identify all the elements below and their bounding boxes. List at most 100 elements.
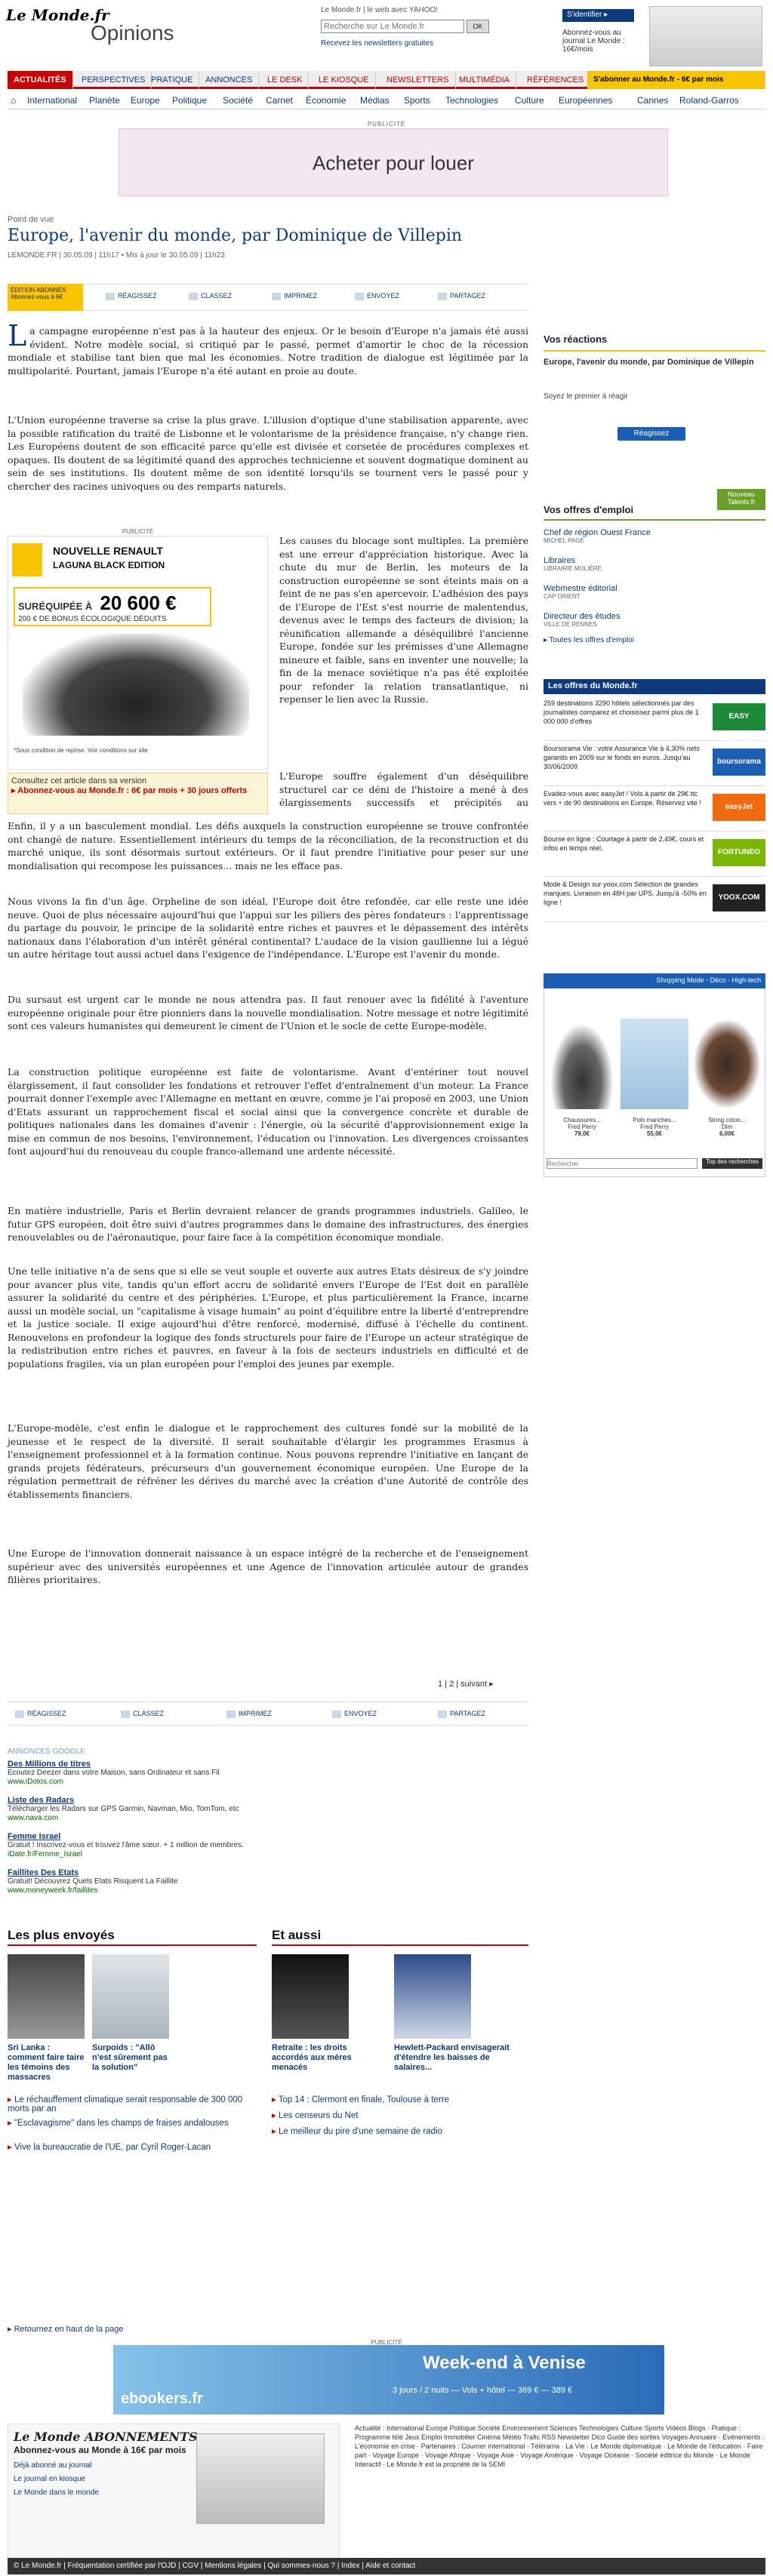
reactions-article-title: Europe, l'avenir du monde, par Dominique… bbox=[544, 358, 754, 367]
news-link[interactable]: Le meilleur du pire d'une semaine de rad… bbox=[272, 2126, 528, 2136]
nav-actualites[interactable]: ACTUALITÉS bbox=[8, 71, 73, 89]
subnav-medias[interactable]: Médias bbox=[360, 91, 390, 109]
subnav-politique[interactable]: Politique bbox=[172, 91, 207, 109]
send-button[interactable]: ENVOYEZ bbox=[332, 1710, 377, 1718]
nav-references[interactable]: RÉFÉRENCES bbox=[521, 71, 591, 89]
nav-multimedia[interactable]: MULTIMÉDIA bbox=[453, 71, 517, 89]
top-links[interactable]: Le Monde.fr | le web avec YAHOO! bbox=[321, 6, 438, 14]
news-thumbnail[interactable] bbox=[394, 1954, 471, 2039]
article-paragraph: En matière industrielle, Paris et Berlin… bbox=[8, 1205, 528, 1243]
footer-links[interactable]: Actualité : International Europe Politiq… bbox=[355, 2424, 765, 2559]
react-submit-button[interactable]: Réagissez bbox=[617, 427, 685, 441]
offer-item[interactable]: Mode & Design sur yoox.com Sélection de … bbox=[544, 880, 765, 922]
job-item[interactable]: Webmestre éditorial CAP ORIENT bbox=[544, 584, 617, 600]
login-button[interactable]: S'identifier ▸ bbox=[562, 9, 634, 22]
offer-item[interactable]: Evadez-vous avec easyJet ! Vols à partir… bbox=[544, 789, 765, 832]
news-caption[interactable]: Retraite : les droits accordés aux mères… bbox=[272, 2043, 385, 2073]
google-ad[interactable]: Faillites Des Etats Gratuit! Découvrez Qu… bbox=[8, 1868, 178, 1895]
ad-label: PUBLICITÉ bbox=[367, 121, 406, 128]
subnav-carnet[interactable]: Carnet bbox=[266, 91, 293, 109]
job-item[interactable]: Libraires LIBRAIRIE MOLIÈRE bbox=[544, 556, 602, 572]
news-caption[interactable]: Sri Lanka : comment faire taire les témo… bbox=[8, 2043, 85, 2083]
article-paragraph: L'Europe-modèle, c'est enfin le dialogue… bbox=[8, 1422, 528, 1500]
shop-search-input[interactable] bbox=[547, 1158, 698, 1169]
classify-button[interactable]: CLASSEZ bbox=[189, 292, 232, 300]
news-caption[interactable]: Surpoids : "Allô n'est sûrement pas la s… bbox=[92, 2043, 169, 2073]
subnav-culture[interactable]: Culture bbox=[515, 91, 544, 109]
google-ad[interactable]: Des Millions de titres Ecoutez Deezer dan… bbox=[8, 1760, 220, 1787]
subnav-international[interactable]: International bbox=[27, 91, 77, 109]
newsletter-link[interactable]: Recevez les newsletters gratuites bbox=[321, 39, 433, 48]
footer-bar[interactable]: © Le Monde.fr | Fréquentation certifiée … bbox=[8, 2558, 765, 2574]
renault-price: 20 600 € bbox=[100, 592, 177, 614]
react-button[interactable]: RÉAGISSEZ bbox=[106, 292, 157, 300]
share-button[interactable]: PARTAGEZ bbox=[438, 1710, 485, 1718]
pagination[interactable]: 1 | 2 | suivant ▸ bbox=[438, 1679, 494, 1689]
print-button[interactable]: IMPRIMEZ bbox=[226, 1710, 272, 1718]
subnav-roland-garros[interactable]: Roland-Garros bbox=[679, 91, 739, 109]
venise-prices: 3 jours / 2 nuits — Vols + hôtel — 369 €… bbox=[393, 2386, 573, 2395]
google-ad[interactable]: Femme Israel Gratuit ! Inscrivez-vous et … bbox=[8, 1832, 244, 1859]
subnav-sports[interactable]: Sports bbox=[404, 91, 430, 109]
nav-subscribe[interactable]: S'abonner au Monde.fr - 6€ par mois bbox=[587, 71, 765, 89]
renault-legal: *Sous condition de reprise. Voir conditi… bbox=[14, 747, 148, 754]
newspaper-thumbnail[interactable] bbox=[649, 6, 762, 66]
back-to-top-link[interactable]: ▸ Retournez en haut de la page bbox=[8, 2324, 124, 2334]
job-item[interactable]: Directeur des études VILLE DE RENNES bbox=[544, 612, 621, 628]
search-button[interactable]: OK bbox=[467, 20, 489, 33]
search-input[interactable] bbox=[321, 20, 464, 33]
news-thumbnail[interactable] bbox=[272, 1954, 349, 2039]
offer-item[interactable]: Boursorama Vie : votre Assurance Vie à 4… bbox=[544, 744, 765, 786]
news-link[interactable]: Le réchauffement climatique serait respo… bbox=[8, 2094, 249, 2113]
news-thumbnail[interactable] bbox=[92, 1954, 169, 2039]
abonnements-title[interactable]: Abonnez-vous au Monde à 16€ par mois bbox=[14, 2445, 186, 2455]
promo-line2: ▸ Abonnez-vous au Monde.fr : 6€ par mois… bbox=[11, 786, 248, 795]
all-jobs-link[interactable]: ▸ Toutes les offres d'emploi bbox=[544, 636, 634, 644]
share-button[interactable]: PARTAGEZ bbox=[438, 292, 485, 300]
subnav-europe[interactable]: Europe bbox=[131, 91, 160, 109]
subnav-societe[interactable]: Société bbox=[223, 91, 253, 109]
react-button[interactable]: RÉAGISSEZ bbox=[15, 1710, 66, 1718]
polo-image[interactable] bbox=[621, 1019, 688, 1109]
ad-banner[interactable]: Acheter pour louer bbox=[119, 128, 668, 196]
edition-abonnes-badge[interactable]: ÉDITION ABONNÉS Abonnez-vous à 6€ bbox=[8, 284, 83, 311]
send-button[interactable]: ENVOYEZ bbox=[355, 292, 399, 300]
shop-product-name: Chaussures... Fred Perry 79,0€ bbox=[563, 1117, 601, 1137]
google-ad[interactable]: Liste des Radars Télécharger les Radars s… bbox=[8, 1796, 239, 1823]
classify-button[interactable]: CLASSEZ bbox=[121, 1710, 164, 1718]
shop-top-searches-button[interactable]: Top des recherches bbox=[702, 1158, 762, 1169]
nav-newsletters[interactable]: NEWSLETTERS bbox=[380, 71, 456, 89]
news-thumbnail[interactable] bbox=[8, 1954, 85, 2039]
ad-label: PUBLICITÉ bbox=[122, 528, 154, 535]
print-button[interactable]: IMPRIMEZ bbox=[272, 292, 317, 300]
home-icon[interactable]: ⌂ bbox=[11, 91, 16, 109]
news-link[interactable]: Top 14 : Clermont en finale, Toulouse à … bbox=[272, 2094, 528, 2104]
news-link[interactable]: Les censeurs du Net bbox=[272, 2110, 528, 2120]
shoe-image[interactable] bbox=[548, 1019, 616, 1109]
nav-le-kiosque[interactable]: LE KIOSQUE bbox=[313, 71, 376, 89]
talents-badge[interactable]: Nouveau Talents.fr bbox=[717, 489, 765, 510]
subnav-technologies[interactable]: Technologies bbox=[445, 91, 498, 109]
abo-link[interactable]: Déjà abonné au journal bbox=[14, 2461, 91, 2470]
nav-pratique[interactable]: PRATIQUE bbox=[145, 71, 200, 89]
subnav-cannes[interactable]: Cannes bbox=[637, 91, 668, 109]
share-icon bbox=[438, 1710, 447, 1718]
nav-annonces[interactable]: ANNONCES bbox=[199, 71, 260, 89]
subnav-economie[interactable]: Économie bbox=[306, 91, 346, 109]
string-image[interactable] bbox=[693, 1019, 761, 1109]
abo-link[interactable]: Le Monde dans le monde bbox=[14, 2488, 99, 2497]
nav-le-desk[interactable]: LE DESK bbox=[261, 71, 310, 89]
job-item[interactable]: Chef de région Ouest France MICHEL PAGE bbox=[544, 528, 651, 544]
news-caption[interactable]: Hewlett-Packard envisagerait d'étendre l… bbox=[394, 2043, 515, 2073]
offer-item[interactable]: 259 destinations 3290 hôtels sélectionné… bbox=[544, 699, 765, 748]
abo-link[interactable]: Le journal en kiosque bbox=[14, 2475, 85, 2483]
news-link[interactable]: Vive la bureaucratie de l'UE, par Cyril … bbox=[8, 2141, 249, 2152]
subnav-planete[interactable]: Planète bbox=[89, 91, 120, 109]
offer-item[interactable]: Bourse en ligne : Courtage à partir de 2… bbox=[544, 835, 765, 877]
promo-box[interactable]: Consultez cet article dans sa version ▸ … bbox=[8, 773, 268, 814]
subnav-europeennes[interactable]: Européennes bbox=[559, 91, 612, 109]
news-link[interactable]: "Esclavagisme" dans les champs de fraise… bbox=[8, 2117, 249, 2128]
nav-perspectives[interactable]: PERSPECTIVES bbox=[75, 71, 152, 89]
article-paragraph: Une telle initiative n'a de sens que si … bbox=[8, 1265, 528, 1369]
subscribe-link[interactable]: Abonnez-vous au journal Le Monde : 16€/m… bbox=[562, 29, 645, 59]
